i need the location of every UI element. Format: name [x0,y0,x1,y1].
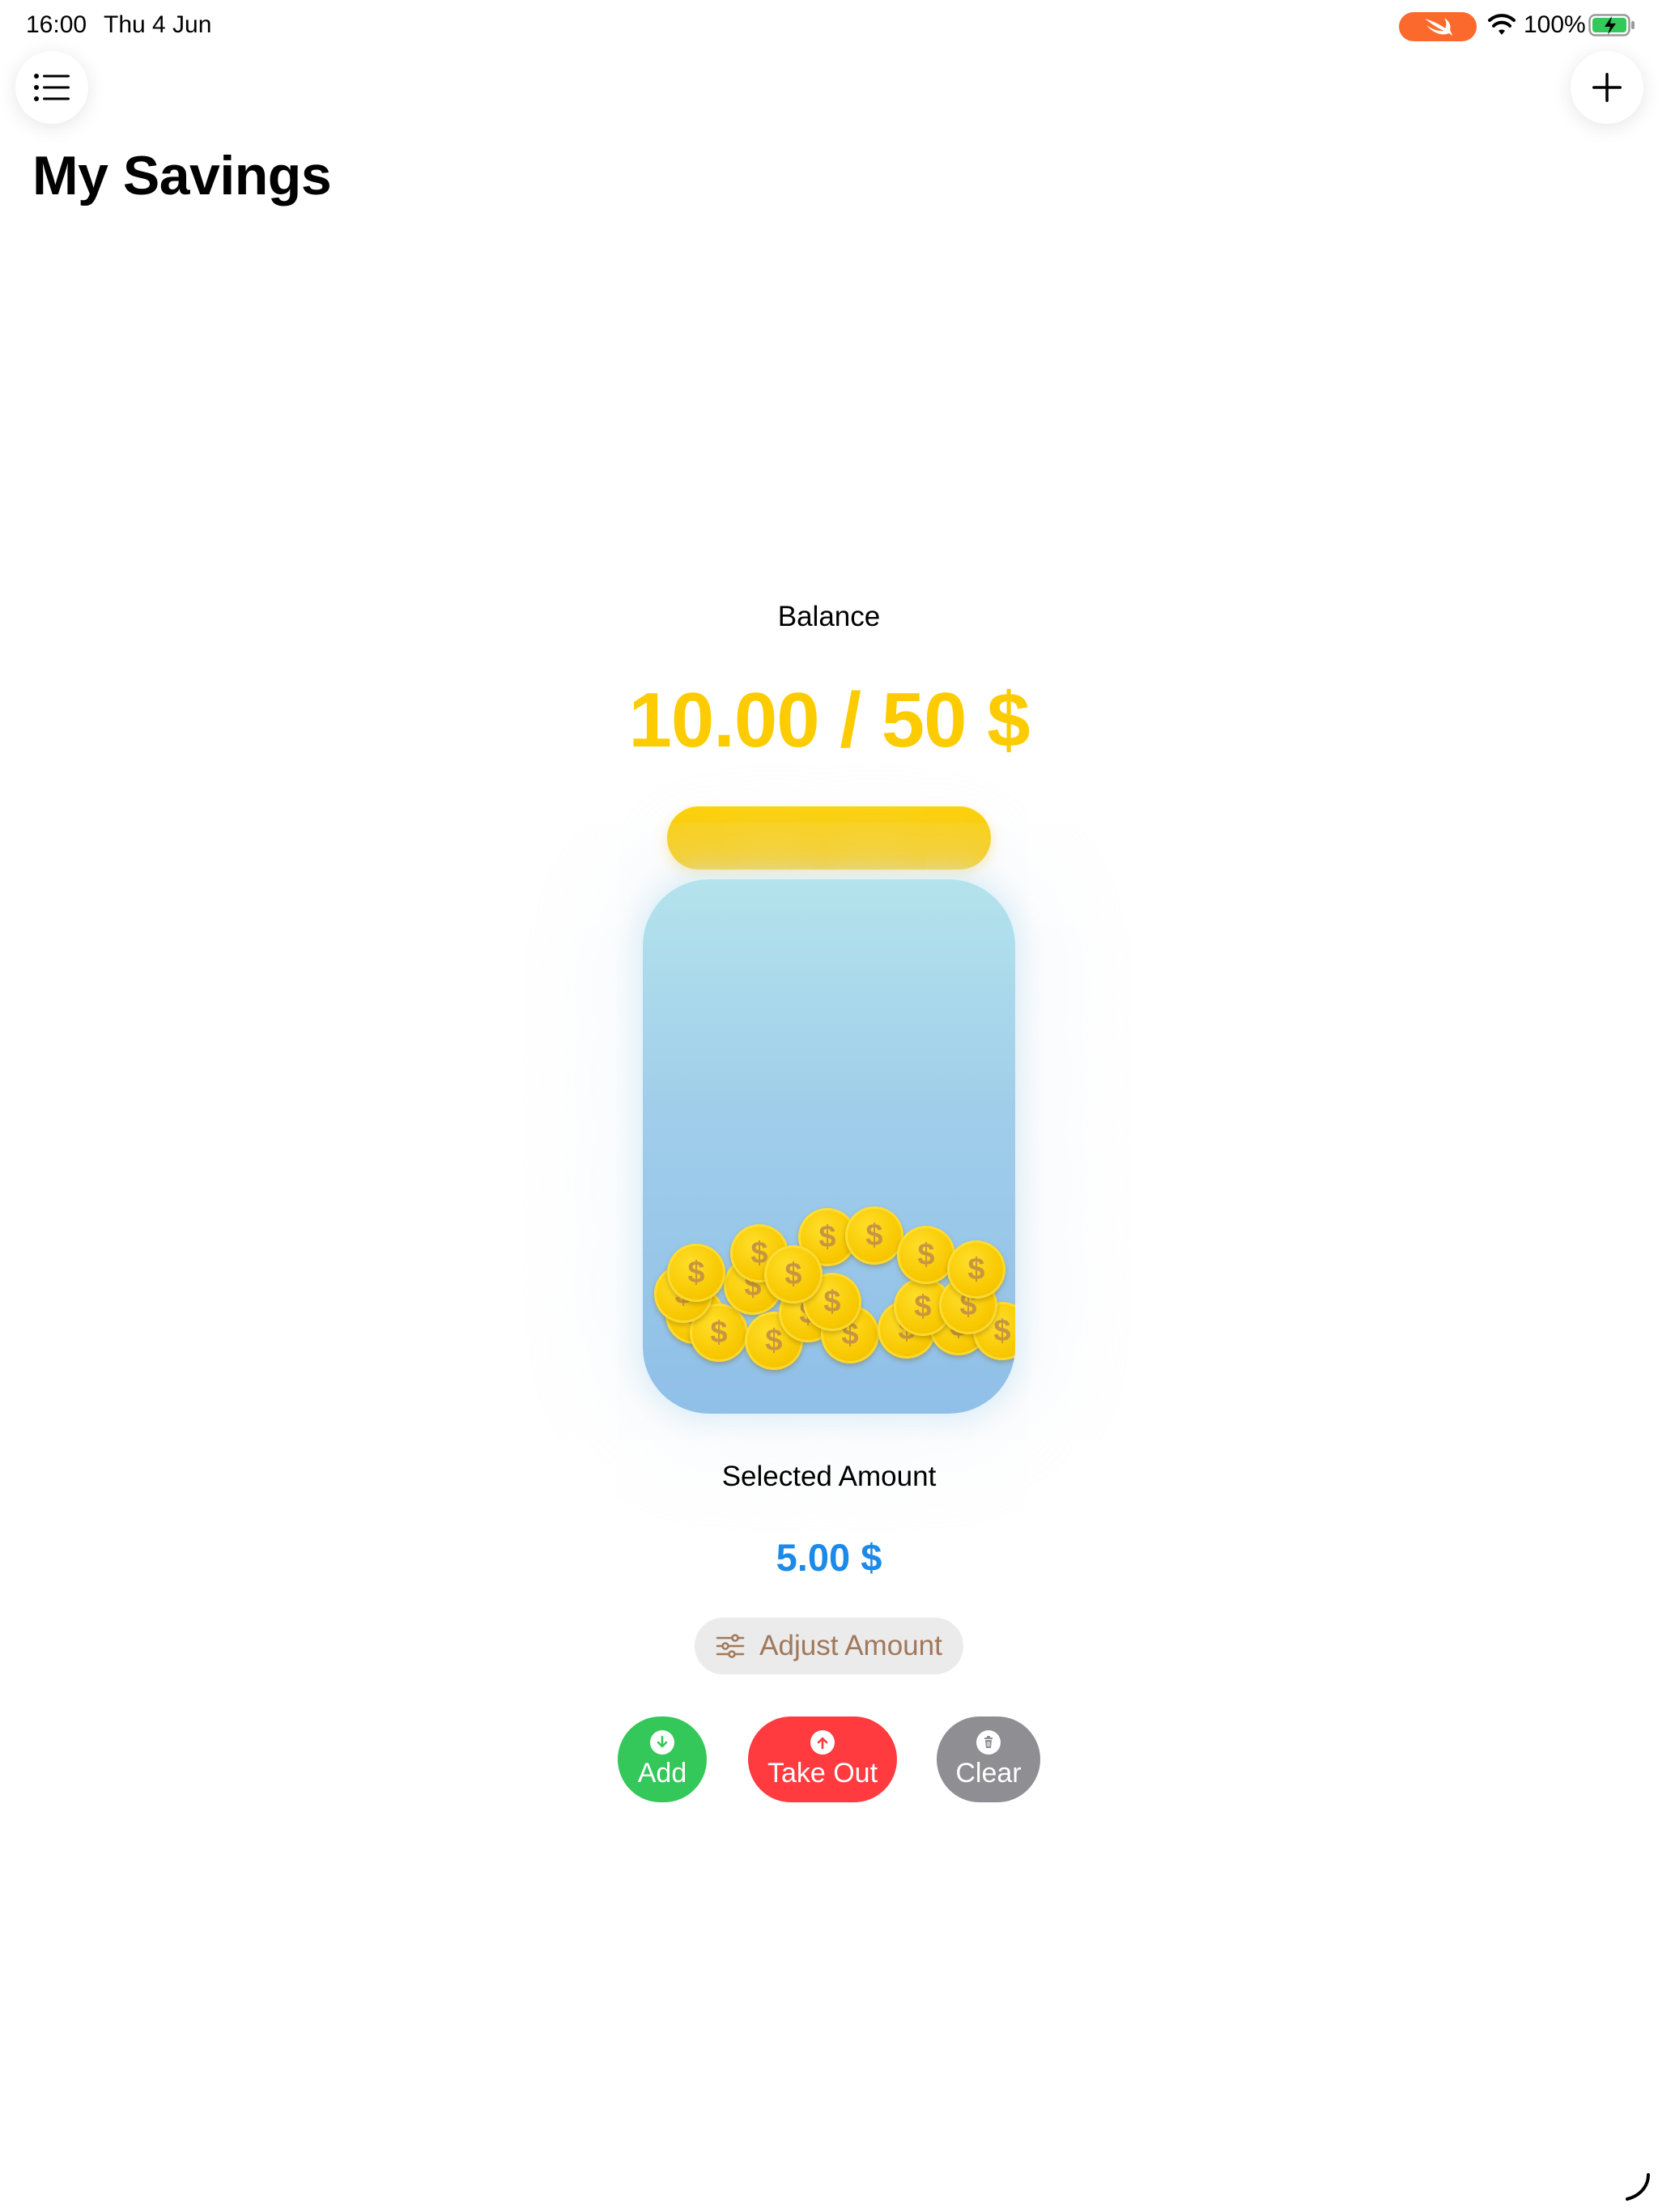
arrow-up-circle-icon [810,1729,835,1755]
status-time: 16:00 [26,11,87,38]
selected-amount-value: 5.00 $ [776,1536,882,1579]
list-button[interactable] [15,51,88,124]
trash-icon [976,1729,1001,1755]
adjust-amount-button[interactable]: Adjust Amount [695,1618,963,1674]
status-date: Thu 4 Jun [104,11,212,38]
add-button[interactable]: Add [618,1716,707,1802]
clear-button[interactable]: Clear [937,1716,1040,1802]
coin: $ [947,1240,1005,1299]
coin: $ [897,1226,955,1284]
coin: $ [667,1244,725,1302]
wifi-icon [1488,14,1516,35]
arrow-down-circle-icon [650,1729,674,1755]
coin: $ [845,1206,903,1265]
add-savings-button[interactable] [1571,51,1643,124]
take-out-button[interactable]: Take Out [748,1716,897,1802]
balance-value: 10.00 / 50 $ [628,677,1030,764]
battery-charging-icon [1588,14,1635,36]
battery-percent: 100% [1524,11,1586,38]
sliders-icon [716,1634,745,1658]
swift-indicator-pill [1399,12,1477,41]
jar-lid [667,806,991,870]
list-icon [34,74,70,101]
balance-label: Balance [777,601,881,632]
swift-logo-icon [1425,18,1452,36]
coin: $ [764,1245,823,1304]
take-out-button-label: Take Out [767,1757,878,1789]
clear-button-label: Clear [955,1757,1022,1789]
add-button-label: Add [637,1757,687,1789]
status-bar: 16:00 Thu 4 Jun 100% [0,0,1658,52]
page-title: My Savings [32,145,332,206]
adjust-amount-label: Adjust Amount [759,1630,942,1661]
plus-icon [1592,73,1622,102]
selected-amount-label: Selected Amount [721,1461,937,1492]
savings-screen: 16:00 Thu 4 Jun 100% My Savings Balance … [0,0,1658,2212]
savings-jar: $$$$$$$$$$$$$$$$$$$$ [643,879,1015,1414]
loading-spinner-icon [1626,2173,1650,2201]
